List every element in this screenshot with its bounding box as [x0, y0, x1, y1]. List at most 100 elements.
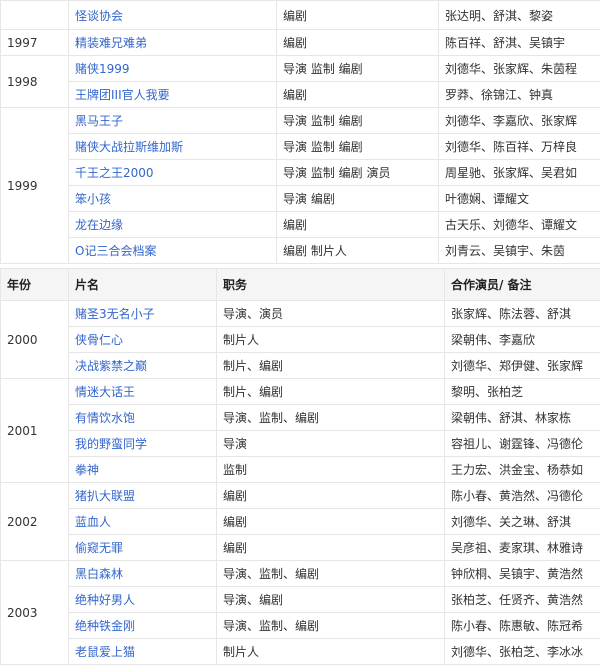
header-year: 年份	[0, 268, 69, 301]
film-link[interactable]: 赌侠1999	[75, 62, 130, 76]
table-header-row: 年份 片名 职务 合作演员/ 备注	[0, 268, 600, 301]
title-cell: 黑白森林	[68, 560, 217, 587]
role-cell: 编剧	[216, 482, 445, 509]
title-cell: 绝种好男人	[68, 586, 217, 613]
film-link[interactable]: 龙在边缘	[75, 218, 123, 232]
table-row: 决战紫禁之巅 制片、编剧 刘德华、郑伊健、张家辉	[1, 352, 600, 379]
table-row: 赌侠大战拉斯维加斯 导演 监制 编剧 刘德华、陈百祥、万梓良	[1, 133, 600, 160]
film-link[interactable]: 绝种好男人	[75, 593, 135, 607]
film-link[interactable]: 蓝血人	[75, 515, 111, 529]
film-link[interactable]: 千王之王2000	[75, 166, 154, 180]
table-row: 怪谈协会 编剧 张达明、舒淇、黎姿	[0, 0, 600, 30]
role-cell: 导演、监制、编剧	[216, 404, 445, 431]
title-cell: 怪谈协会	[68, 0, 277, 30]
title-cell: 情迷大话王	[68, 378, 217, 405]
table-row: 笨小孩 导演 编剧 叶德娴、谭耀文	[1, 185, 600, 212]
film-link[interactable]: 我的野蛮同学	[75, 437, 147, 451]
table-row: 1999 黑马王子 导演 监制 编剧 刘德华、李嘉欣、张家辉	[0, 107, 600, 264]
film-link[interactable]: 老鼠爱上猫	[75, 645, 135, 659]
film-link[interactable]: 王牌团III官人我要	[75, 88, 170, 102]
cast-cell: 刘德华、郑伊健、张家辉	[444, 352, 600, 379]
title-cell: 拳神	[68, 456, 217, 483]
title-cell: 黑马王子	[68, 107, 277, 134]
table-row: 2003 黑白森林 导演、监制、编剧 钟欣桐、吴镇宇、黄浩然	[0, 560, 600, 665]
table-row: 有情饮水饱 导演、监制、编剧 梁朝伟、舒淇、林家栋	[1, 404, 600, 431]
film-link[interactable]: 侠骨仁心	[75, 333, 123, 347]
table-row: 2000 赌圣3无名小子 导演、演员 张家辉、陈法蓉、舒淇	[0, 300, 600, 379]
cast-cell: 陈小春、陈惠敏、陈冠希	[444, 612, 600, 639]
film-link[interactable]: 偷窥无罪	[75, 541, 123, 555]
cast-cell: 容祖儿、谢霆锋、冯德伦	[444, 430, 600, 457]
film-link[interactable]: 拳神	[75, 463, 99, 477]
role-cell: 制片、编剧	[216, 378, 445, 405]
film-link[interactable]: 绝种铁金刚	[75, 619, 135, 633]
role-cell: 编剧 制片人	[276, 237, 439, 264]
cast-cell: 古天乐、刘德华、谭耀文	[438, 211, 600, 238]
cast-cell: 刘德华、关之琳、舒淇	[444, 508, 600, 535]
role-cell: 导演、监制、编剧	[216, 612, 445, 639]
year-cell	[0, 0, 69, 30]
role-cell: 监制	[216, 456, 445, 483]
cast-cell: 张达明、舒淇、黎姿	[438, 0, 600, 30]
film-link[interactable]: 笨小孩	[75, 192, 111, 206]
table-row: 侠骨仁心 制片人 梁朝伟、李嘉欣	[1, 326, 600, 353]
table-row: 我的野蛮同学 导演 容祖儿、谢霆锋、冯德伦	[1, 430, 600, 457]
cast-cell: 钟欣桐、吴镇宇、黄浩然	[444, 560, 600, 587]
role-cell: 导演	[216, 430, 445, 457]
title-cell: 决战紫禁之巅	[68, 352, 217, 379]
title-cell: 赌侠大战拉斯维加斯	[68, 133, 277, 160]
film-link[interactable]: 赌圣3无名小子	[75, 307, 155, 321]
film-link[interactable]: 精装难兄难弟	[75, 36, 147, 50]
role-cell: 导演 编剧	[276, 185, 439, 212]
film-link[interactable]: 猪扒大联盟	[75, 489, 135, 503]
cast-cell: 刘德华、张柏芝、李冰冰	[444, 638, 600, 665]
cast-cell: 陈百祥、舒淇、吴镇宇	[438, 29, 600, 56]
film-link[interactable]: O记三合会档案	[75, 244, 156, 258]
title-cell: 绝种铁金刚	[68, 612, 217, 639]
film-link[interactable]: 黑白森林	[75, 567, 123, 581]
title-cell: 赌侠1999	[68, 55, 277, 82]
table-row: 王牌团III官人我要 编剧 罗莽、徐锦江、钟真	[1, 81, 600, 108]
film-link[interactable]: 怪谈协会	[75, 9, 123, 23]
title-cell: 猪扒大联盟	[68, 482, 217, 509]
film-link[interactable]: 赌侠大战拉斯维加斯	[75, 140, 183, 154]
table-row: 蓝血人 编剧 刘德华、关之琳、舒淇	[1, 508, 600, 535]
table-row: 1997 精装难兄难弟 编剧 陈百祥、舒淇、吴镇宇	[0, 29, 600, 56]
year-cell: 2003	[0, 560, 69, 665]
table-row: 2001 情迷大话王 制片、编剧 黎明、张柏芝	[0, 378, 600, 483]
table-row: 千王之王2000 导演 监制 编剧 演员 周星驰、张家辉、吴君如	[1, 159, 600, 186]
table-row: 拳神 监制 王力宏、洪金宝、杨恭如	[1, 456, 600, 483]
filmography-table-1990s: 怪谈协会 编剧 张达明、舒淇、黎姿 1997 精装难兄难弟 编剧 陈百祥、舒淇、…	[0, 0, 600, 264]
film-link[interactable]: 情迷大话王	[75, 385, 135, 399]
cast-cell: 梁朝伟、舒淇、林家栋	[444, 404, 600, 431]
role-cell: 编剧	[216, 534, 445, 561]
cast-cell: 罗莽、徐锦江、钟真	[438, 81, 600, 108]
cast-cell: 张柏芝、任贤齐、黄浩然	[444, 586, 600, 613]
year-cell: 1998	[0, 55, 69, 108]
film-link[interactable]: 有情饮水饱	[75, 411, 135, 425]
role-cell: 编剧	[276, 81, 439, 108]
title-cell: 我的野蛮同学	[68, 430, 217, 457]
film-link[interactable]: 决战紫禁之巅	[75, 359, 147, 373]
cast-cell: 张家辉、陈法蓉、舒淇	[444, 300, 600, 327]
year-cell: 1999	[0, 107, 69, 264]
header-cast: 合作演员/ 备注	[444, 268, 600, 301]
role-cell: 制片人	[216, 326, 445, 353]
cast-cell: 叶德娴、谭耀文	[438, 185, 600, 212]
role-cell: 导演 监制 编剧	[276, 133, 439, 160]
year-cell: 1997	[0, 29, 69, 56]
title-cell: 精装难兄难弟	[68, 29, 277, 56]
title-cell: 千王之王2000	[68, 159, 277, 186]
cast-cell: 刘青云、吴镇宇、朱茵	[438, 237, 600, 264]
cast-cell: 王力宏、洪金宝、杨恭如	[444, 456, 600, 483]
title-cell: O记三合会档案	[68, 237, 277, 264]
role-cell: 导演 监制 编剧 演员	[276, 159, 439, 186]
role-cell: 导演、监制、编剧	[216, 560, 445, 587]
table-row: 绝种好男人 导演、编剧 张柏芝、任贤齐、黄浩然	[1, 586, 600, 613]
role-cell: 制片、编剧	[216, 352, 445, 379]
film-link[interactable]: 黑马王子	[75, 114, 123, 128]
table-row: 1998 赌侠1999 导演 监制 编剧 刘德华、张家辉、朱茵程	[0, 55, 600, 108]
role-cell: 编剧	[276, 211, 439, 238]
role-cell: 编剧	[216, 508, 445, 535]
header-title: 片名	[68, 268, 217, 301]
